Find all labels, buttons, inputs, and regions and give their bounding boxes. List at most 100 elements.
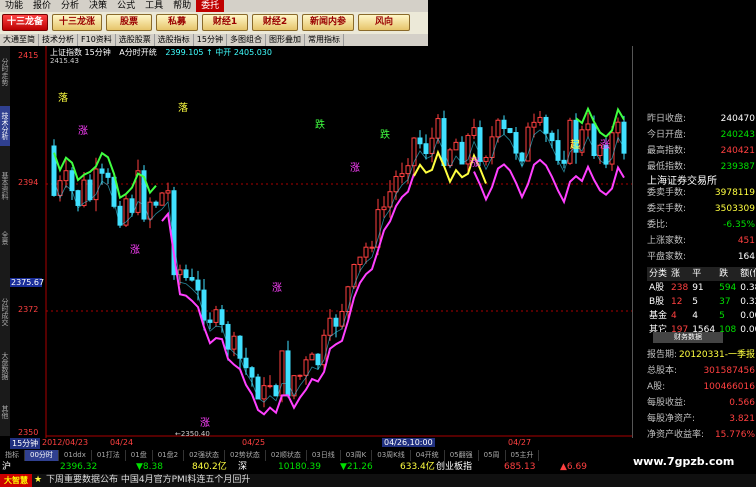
signal-label: 跌 [380,128,390,141]
toolbar-item-5[interactable]: 15分钟 [194,34,227,46]
candle-body [279,350,285,397]
top-button-3[interactable]: 私募 [156,14,198,31]
period-tab-9[interactable]: 03日线 [307,450,341,461]
period-tab-8[interactable]: 02顺状态 [266,450,307,461]
top-button-5[interactable]: 财经2 [252,14,298,31]
period-tab-7[interactable]: 02势状态 [225,450,266,461]
stats-cell: 37 [719,297,731,307]
candle-body [315,353,321,366]
toolbar-item-7[interactable]: 图形叠加 [266,34,305,46]
quote-row: 最高指数: 240421 [633,144,756,159]
quote-panel: 昨日收盘: 240470 今日开盘: 240243 最高指数: 240421 最低指数: 23… [632,46,756,440]
tool-bar: 大通至简 技术分析 F10资料 选股股票 选股指标 15分钟 多图组合 图形叠加 常用指标 [0,34,428,46]
quote-value: -6.35% [723,220,755,230]
side-tab-3[interactable]: 全景 [0,226,10,250]
top-button-7[interactable]: 风向 [358,14,410,31]
period-tabs: 指标 00分时 01ddx 01打法 01盘 01盘2 02强状态 02势状态 02顺状态 03日… [0,450,610,461]
quote-value: 164 [737,252,755,262]
financial-header[interactable]: 财务数据 [653,332,723,343]
signal-label: 涨 [130,244,140,256]
current-price-label: 2375.67 [10,278,45,287]
side-tab-4[interactable]: 分时成交 [0,292,10,332]
quote-value: 240243 [720,130,755,140]
menu-item-2[interactable]: 分析 [56,0,84,12]
chart-subinfo: 2415.43 [50,57,79,65]
news-text[interactable]: 下周重要数据公布 中国4月官方PMI料连五个月回升 [46,474,250,487]
period-tab-5[interactable]: 01盘2 [153,450,185,461]
toolbar-item-2[interactable]: F10资料 [78,34,116,46]
side-tab-0[interactable]: 分时走势 [0,52,10,92]
toolbar-item-4[interactable]: 选股指标 [155,34,194,46]
toolbar-item-8[interactable]: 常用指标 [305,34,344,46]
menu-item-7[interactable]: 委托 [196,0,225,12]
kline-chart[interactable]: 落涨涨落涨涨跌涨跌涨起涨 2415 2394 2372 2350 2375.67… [10,46,632,438]
candle-body [459,141,465,165]
cy-change: ▲6.69 [560,462,587,472]
stats-cell: A股 [649,283,665,293]
quote-row: 委卖手数: 3978119 [633,186,756,201]
candle-body [363,246,369,258]
top-button-6[interactable]: 新闻内参 [302,14,354,31]
stats-cell: 0.00 [740,325,756,335]
top-button-1[interactable]: 十三龙涨 [52,14,102,31]
top-button-4[interactable]: 财经1 [202,14,248,31]
news-ticker[interactable]: 大智慧 ★ 下周重要数据公布 中国4月官方PMI料连五个月回升 [0,474,756,487]
period-tab-15[interactable]: 05主升 [506,450,540,461]
top-button-0[interactable]: 十三龙备 [2,14,48,31]
menu-item-5[interactable]: 工具 [140,0,168,12]
candle-body [387,191,393,208]
period-tab-13[interactable]: 05翻强 [445,450,479,461]
candle-body [477,127,483,162]
signal-label: 起 [570,139,580,151]
top-button-2[interactable]: 股票 [106,14,152,31]
quote-row: 总股本: 301587456 [633,364,756,379]
menu-item-3[interactable]: 决策 [84,0,112,12]
period-tab-0[interactable]: 指标 [0,450,25,461]
candle-body [207,319,213,323]
side-tab-5[interactable]: 大盘数据 [0,346,10,386]
period-tab-3[interactable]: 01打法 [92,450,126,461]
toolbar-item-3[interactable]: 选股股票 [116,34,155,46]
candle-body [585,123,591,131]
candle-body [507,128,513,134]
side-tab-1[interactable]: 技术分析 [0,106,10,146]
signal-label: 涨 [78,125,88,137]
x-axis: 15分钟 2012/04/23 04/24 04/25 04/26,10:00 … [10,438,756,450]
stats-cell: B股 [649,297,665,307]
candle-body [249,367,255,378]
side-tab-2[interactable]: 基本资料 [0,166,10,206]
toolbar-item-0[interactable]: 大通至简 [0,34,39,46]
period-tab-1[interactable]: 00分时 [25,450,59,461]
kline-canvas: 落涨涨落涨涨跌涨跌涨起涨 [45,46,632,438]
period-tab-11[interactable]: 03周K线 [372,450,411,461]
candle-body [303,359,309,376]
menu-item-4[interactable]: 公式 [112,0,140,12]
candle-body [519,152,525,162]
quote-value: 240470 [720,114,755,124]
period-tab-4[interactable]: 01盘 [126,450,153,461]
period-tab-12[interactable]: 04开统 [411,450,445,461]
candle-body [369,246,375,249]
toolbar-item-6[interactable]: 多图组合 [227,34,266,46]
period-tab-6[interactable]: 02强状态 [184,450,225,461]
exchange-name: 上海证券交易所 [647,176,717,187]
menu-item-1[interactable]: 报价 [28,0,56,12]
x-axis-period[interactable]: 15分钟 [10,438,41,449]
candle-body [471,127,477,136]
period-tab-14[interactable]: 05周 [479,450,506,461]
quote-key: 报告期: [647,350,678,360]
candle-body [165,190,171,194]
menu-item-6[interactable]: 帮助 [168,0,196,12]
candle-body [501,119,507,130]
sz-change: ▼21.26 [340,462,373,472]
toolbar-item-1[interactable]: 技术分析 [39,34,78,46]
menu-item-0[interactable]: 功能 [0,0,28,12]
candle-body [561,159,567,164]
candle-body [591,123,597,157]
candle-body [531,121,537,128]
side-tab-6[interactable]: 其他 [0,400,10,424]
period-tab-10[interactable]: 03周K [341,450,373,461]
x-tick-4: 04/27 [508,438,532,447]
candle-body [495,119,501,138]
period-tab-2[interactable]: 01ddx [59,450,92,461]
